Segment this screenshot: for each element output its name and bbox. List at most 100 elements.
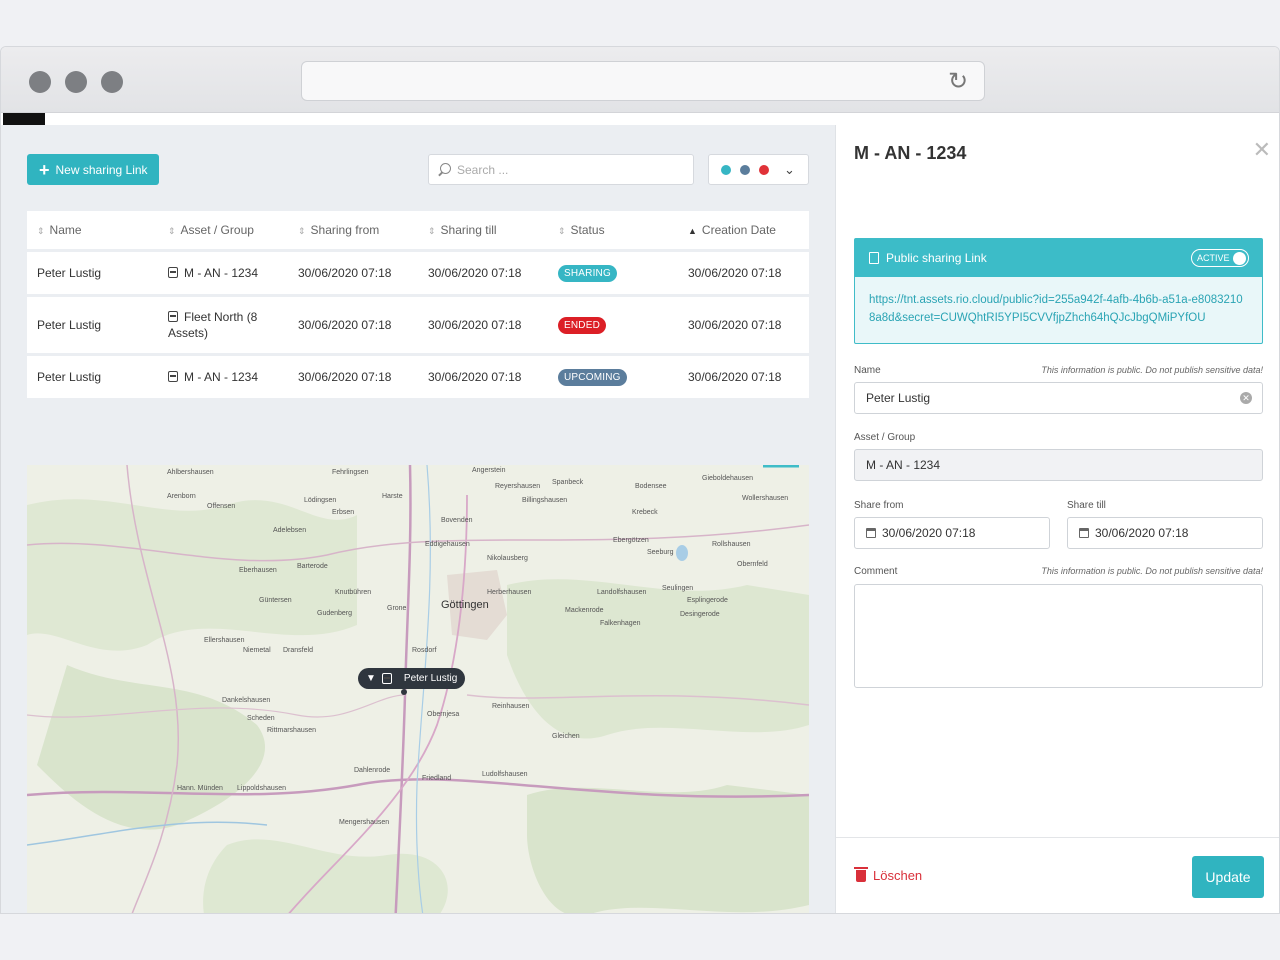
app-header <box>45 113 1279 125</box>
cell-sharing-till: 30/06/2020 07:18 <box>418 356 548 398</box>
map-place-label: Dahlenrode <box>354 767 391 774</box>
col-header-sharing-from[interactable]: ⇕ Sharing from <box>288 211 418 249</box>
clear-icon[interactable]: ✕ <box>1240 392 1252 404</box>
map-place-label: Gieboldehausen <box>702 475 753 482</box>
map-place-label: Seulingen <box>662 585 694 592</box>
table-row[interactable]: Peter Lustig M - AN - 1234 30/06/2020 07… <box>27 252 809 294</box>
share-from-label: Share from <box>854 500 904 511</box>
map-place-label: Friedland <box>422 775 452 782</box>
search-input[interactable] <box>457 162 677 177</box>
share-from-field[interactable]: 30/06/2020 07:18 <box>854 517 1050 549</box>
calendar-icon <box>1079 528 1089 538</box>
table-row[interactable]: Peter Lustig M - AN - 1234 30/06/2020 07… <box>27 356 809 398</box>
active-toggle[interactable]: ACTIVE <box>1191 249 1249 267</box>
search-box[interactable] <box>428 154 694 185</box>
name-public-note: This information is public. Do not publi… <box>1041 365 1263 375</box>
map-place-label: Mengershausen <box>339 819 390 826</box>
asset-field-label: Asset / Group <box>854 432 916 443</box>
panel-footer: Löschen Update <box>836 837 1279 913</box>
search-icon <box>437 162 451 177</box>
map-place-label: Krebeck <box>632 509 658 516</box>
map-place-label: Ahlbershausen <box>167 469 214 476</box>
window-minimize-dot[interactable] <box>65 71 87 93</box>
comment-textarea[interactable] <box>854 584 1263 688</box>
plus-icon: + <box>39 159 50 180</box>
reload-icon[interactable]: ↻ <box>946 70 970 94</box>
chevron-down-icon: ⌄ <box>784 161 795 177</box>
comment-label: Comment <box>854 566 898 577</box>
table-header-row: ⇕ Name ⇕ Asset / Group ⇕ Sharing from ⇕ Shar… <box>27 211 809 249</box>
detail-panel: M - AN - 1234 ✕ Public sharing Link ACTI… <box>835 125 1279 913</box>
map-place-label: Ebergötzen <box>613 537 649 544</box>
cell-creation-date: 30/06/2020 07:18 <box>678 252 809 294</box>
map-place-label: Reinhausen <box>492 703 530 710</box>
new-sharing-link-button[interactable]: + New sharing Link <box>27 154 159 185</box>
asset-field-value: M - AN - 1234 <box>866 458 941 472</box>
map-city-label: Göttingen <box>441 599 489 611</box>
status-badge: SHARING <box>558 264 617 282</box>
app-logo <box>3 113 45 125</box>
vehicle-position-dot <box>401 689 407 695</box>
table-row[interactable]: Peter Lustig Fleet North (8 Assets) 30/0… <box>27 297 809 353</box>
public-sharing-link-box: Public sharing Link ACTIVE https://tnt.a… <box>854 238 1263 344</box>
cell-name: Peter Lustig <box>27 297 158 353</box>
sharing-url-link[interactable]: https://tnt.assets.rio.cloud/public?id=2… <box>855 277 1262 341</box>
map-place-label: Harste <box>382 493 403 500</box>
cell-status: ENDED <box>548 297 678 353</box>
toggle-knob <box>1233 251 1246 265</box>
cell-creation-date: 30/06/2020 07:18 <box>678 356 809 398</box>
map-place-label: Rittmarshausen <box>267 727 317 734</box>
close-icon[interactable]: ✕ <box>1253 137 1271 163</box>
map-place-label: Dransfeld <box>283 647 313 654</box>
map-place-label: Rosdorf <box>412 647 437 654</box>
filter-dot-ended <box>759 164 769 175</box>
map-place-label: Bodensee <box>635 483 667 490</box>
sort-icon: ⇕ <box>37 226 45 236</box>
cell-sharing-till: 30/06/2020 07:18 <box>418 297 548 353</box>
sharing-link-header: Public sharing Link ACTIVE <box>855 239 1262 277</box>
map-place-label: Esplingerode <box>687 597 728 604</box>
window-maximize-dot[interactable] <box>101 71 123 93</box>
col-header-sharing-till[interactable]: ⇕ Sharing till <box>418 211 548 249</box>
status-filter-dropdown[interactable]: ⌄ <box>708 154 809 185</box>
map-view[interactable]: Ahlbershausen Fehrlingsen Angerstein Spa… <box>27 465 809 913</box>
map-place-label: Offensen <box>207 503 236 510</box>
map-place-label: Obernfeld <box>737 561 768 568</box>
map-place-label: Wollershausen <box>742 495 789 502</box>
map-place-label: Mackenrode <box>565 607 604 614</box>
update-button[interactable]: Update <box>1192 856 1264 898</box>
cell-status: SHARING <box>548 252 678 294</box>
window-close-dot[interactable] <box>29 71 51 93</box>
map-place-label: Spanbeck <box>552 479 584 486</box>
share-till-field[interactable]: 30/06/2020 07:18 <box>1067 517 1263 549</box>
delete-button[interactable]: Löschen <box>854 866 922 883</box>
sort-icon: ⇕ <box>558 226 566 236</box>
col-header-asset[interactable]: ⇕ Asset / Group <box>158 211 288 249</box>
map-place-label: Gleichen <box>552 733 580 740</box>
address-bar[interactable]: ↻ <box>301 61 985 101</box>
share-till-label: Share till <box>1067 500 1106 511</box>
map-place-label: Landolfshausen <box>597 589 647 596</box>
navigation-arrow-icon: ▼ <box>366 673 376 684</box>
new-sharing-link-label: New sharing Link <box>55 162 148 177</box>
name-field[interactable]: Peter Lustig ✕ <box>854 382 1263 414</box>
map-place-label: Dankelshausen <box>222 697 271 704</box>
col-header-creation-date[interactable]: ▲ Creation Date <box>678 211 809 249</box>
map-place-label: Gudenberg <box>317 610 353 617</box>
vehicle-marker[interactable]: ▼ Peter Lustig <box>358 668 466 689</box>
sort-icon: ⇕ <box>298 226 306 236</box>
map-place-label: Falkenhagen <box>600 620 641 627</box>
map-background <box>27 465 809 913</box>
filter-dot-sharing <box>721 164 731 175</box>
cell-name: Peter Lustig <box>27 252 158 294</box>
truck-icon <box>168 267 178 278</box>
map-place-label: Scheden <box>247 715 275 722</box>
cell-asset: M - AN - 1234 <box>158 252 288 294</box>
col-header-status[interactable]: ⇕ Status <box>548 211 678 249</box>
panel-title: M - AN - 1234 <box>854 143 967 163</box>
col-header-name[interactable]: ⇕ Name <box>27 211 158 249</box>
map-place-label: Niemetal <box>243 647 271 654</box>
cell-sharing-from: 30/06/2020 07:18 <box>288 252 418 294</box>
map-place-label: Erbsen <box>332 509 355 516</box>
group-icon <box>168 311 178 322</box>
